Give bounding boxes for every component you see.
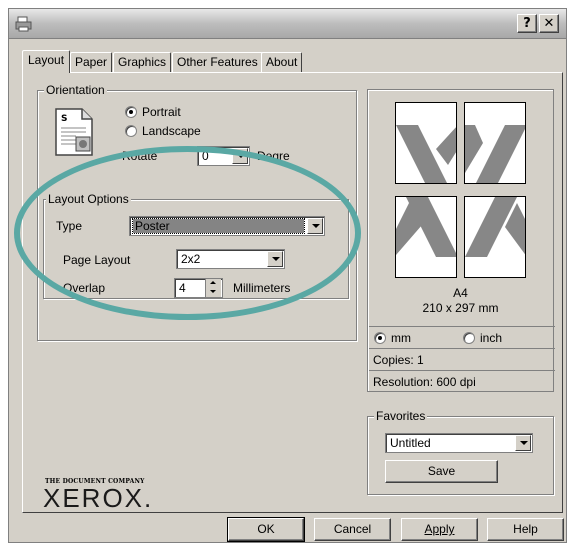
poster-tile-graphic <box>396 197 456 257</box>
spin-up-icon[interactable] <box>206 279 221 287</box>
orientation-legend: Orientation <box>44 83 107 97</box>
overlap-label: Overlap <box>63 281 106 295</box>
rotate-dropdown-arrow-icon[interactable] <box>232 148 248 164</box>
paper-size-label: 210 x 297 mm <box>422 301 499 315</box>
unit-mm-radio[interactable] <box>374 332 386 344</box>
rotate-value: 0 <box>202 149 209 163</box>
layout-options-legend: Layout Options <box>46 192 131 206</box>
xerox-logo: XEROX. <box>43 483 154 513</box>
apply-button-label: Apply <box>424 522 455 536</box>
preview-page-bottom-left <box>395 196 457 278</box>
preview-page-top-right <box>464 102 526 184</box>
tab-other-features[interactable]: Other Features <box>172 52 263 72</box>
save-favorite-button[interactable]: Save <box>385 460 498 483</box>
favorites-value: Untitled <box>390 436 431 450</box>
poster-tile-graphic <box>396 125 456 183</box>
resolution-cell: Resolution: 600 dpi <box>369 370 555 392</box>
overlap-value: 4 <box>179 281 186 295</box>
tab-layout[interactable]: Layout <box>22 50 71 73</box>
type-dropdown-arrow-icon[interactable] <box>307 218 323 234</box>
layout-options-group: Layout Options Type Poster Page Layout 2… <box>43 192 349 299</box>
units-row: mm inch <box>369 326 555 348</box>
type-value: Poster <box>132 218 305 234</box>
svg-text:S: S <box>61 114 67 124</box>
page-layout-label: Page Layout <box>63 253 131 267</box>
portrait-radio[interactable] <box>125 106 137 118</box>
preview-page-bottom-right <box>464 196 526 278</box>
title-bar[interactable]: ? ✕ <box>9 9 566 39</box>
spin-down-icon[interactable] <box>206 288 221 296</box>
rotate-label: Rotate <box>122 149 158 163</box>
landscape-radio[interactable] <box>125 125 137 137</box>
favorites-select[interactable]: Untitled <box>385 433 533 453</box>
type-select[interactable]: Poster <box>129 216 325 236</box>
close-title-button[interactable]: ✕ <box>539 14 559 33</box>
unit-mm-label: mm <box>391 331 411 345</box>
tab-paper[interactable]: Paper <box>70 52 113 72</box>
ok-button[interactable]: OK <box>227 517 305 542</box>
printer-properties-dialog: ? ✕ Layout Paper Graphics Other Features… <box>8 8 567 543</box>
apply-button[interactable]: Apply <box>401 518 478 541</box>
preview-panel: A4 210 x 297 mm mm inch Copies: 1 Resolu… <box>367 89 555 392</box>
landscape-label: Landscape <box>142 124 201 138</box>
favorites-legend: Favorites <box>374 409 428 423</box>
portrait-page-icon: S <box>55 108 93 156</box>
paper-name-label: A4 <box>453 286 468 300</box>
unit-inch-radio[interactable] <box>463 332 475 344</box>
poster-tile-graphic <box>465 197 525 257</box>
page-layout-select[interactable]: 2x2 <box>176 249 285 269</box>
overlap-spinner[interactable]: 4 <box>174 278 223 298</box>
overlap-unit-label: Millimeters <box>233 281 291 295</box>
favorites-group: Favorites Untitled Save <box>367 409 554 495</box>
copies-cell: Copies: 1 <box>369 348 555 370</box>
printer-icon <box>15 16 32 32</box>
cancel-button[interactable]: Cancel <box>314 518 391 541</box>
favorites-dropdown-arrow-icon[interactable] <box>515 435 531 451</box>
preview-page-top-left <box>395 102 457 184</box>
degrees-label: Degre <box>257 149 290 163</box>
help-button[interactable]: Help <box>487 518 564 541</box>
page-layout-value: 2x2 <box>181 252 201 266</box>
overlap-spin-buttons[interactable] <box>205 279 221 297</box>
layout-tab-panel: Orientation S Portrait Landscape Rotate … <box>22 72 563 513</box>
poster-tile-graphic <box>465 125 525 183</box>
unit-inch-label: inch <box>480 331 503 345</box>
tab-graphics[interactable]: Graphics <box>113 52 172 72</box>
page-layout-dropdown-arrow-icon[interactable] <box>267 251 283 267</box>
help-title-button[interactable]: ? <box>517 14 537 33</box>
tab-about[interactable]: About <box>261 52 303 72</box>
type-label: Type <box>56 219 83 233</box>
rotate-select[interactable]: 0 <box>197 146 250 166</box>
portrait-label: Portrait <box>142 105 181 119</box>
